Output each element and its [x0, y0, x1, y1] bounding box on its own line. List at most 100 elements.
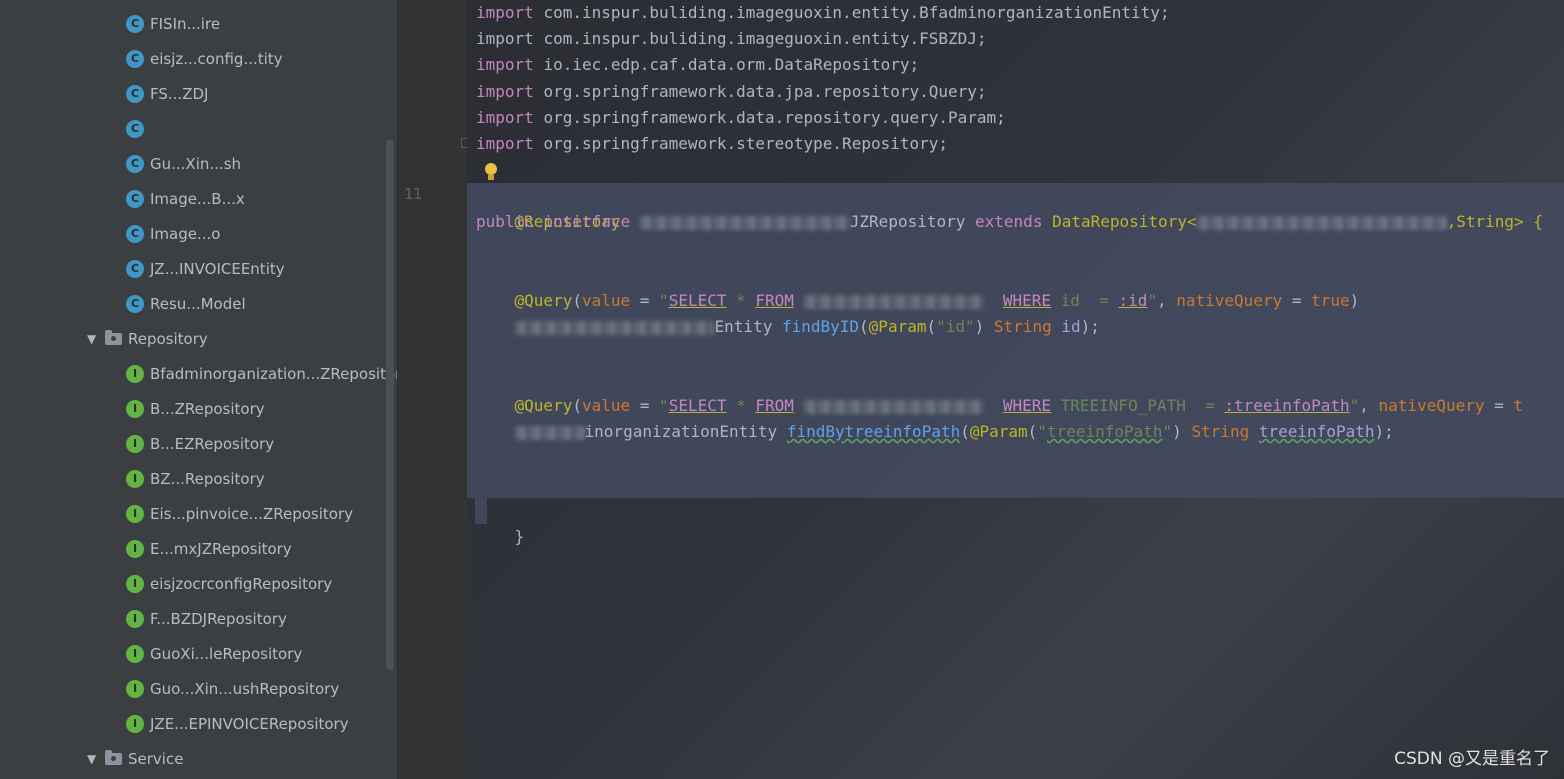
import-package: org.springframework.data.jpa.repository.…	[543, 81, 987, 101]
expand-arrow-icon[interactable]: ▼	[87, 327, 96, 351]
param-value-1: value	[581, 291, 631, 310]
tree-item-label: B...ZRepository	[150, 400, 265, 418]
annotation-param-1: @Param	[868, 317, 927, 336]
code-line-query-1: @Query(value = "SELECT * FROM WHERE id =…	[514, 291, 1360, 310]
tree-item-label: Eis...pinvoice...ZRepository	[150, 505, 353, 523]
param-native-2: nativeQuery	[1378, 396, 1485, 415]
sql-star-1: *	[726, 291, 756, 310]
redacted-entity-type	[1196, 215, 1447, 230]
project-tree[interactable]: C FISIn...ire Ceisjz...config...tity C FS...…	[0, 0, 397, 779]
lightbulb-intention-icon[interactable]	[485, 163, 497, 180]
class-icon: C	[126, 15, 144, 33]
class-icon: C	[126, 120, 144, 138]
tree-scrollbar[interactable]	[386, 140, 394, 670]
interface-icon: I	[126, 505, 144, 523]
expand-arrow-icon[interactable]: ▼	[87, 747, 96, 771]
keyword-import: import	[476, 134, 534, 153]
sql-from-2: FROM	[755, 396, 794, 415]
operator-eq-2: =	[1282, 291, 1312, 310]
package-folder-icon	[105, 750, 122, 765]
interface-icon: I	[126, 575, 144, 593]
import-line: import io.iec.edp.caf.data.orm.DataRepos…	[476, 52, 919, 78]
class-icon: C	[126, 260, 144, 278]
arg-treeinfoPath: treeinfoPath	[1258, 422, 1375, 441]
import-line: import org.springframework.stereotype.Re…	[476, 131, 948, 157]
code-line-method-1: Entity findByID(@Param("id") String id);	[476, 314, 1100, 340]
sql-select-1: SELECT	[668, 291, 727, 310]
redacted-interface-name	[639, 215, 850, 230]
closing-brace: }	[514, 527, 525, 546]
tree-item-label: JZE...EPINVOICERepository	[150, 715, 349, 733]
redacted-table-2	[803, 399, 984, 414]
interface-icon: I	[126, 435, 144, 453]
interface-icon: I	[126, 680, 144, 698]
sql-star-2: *	[726, 396, 756, 415]
param-string-2: treeinfoPath	[1046, 422, 1163, 441]
param-value-2: value	[581, 396, 631, 415]
tree-item-label: F...BZDJRepository	[150, 610, 287, 628]
tree-item-label: FS...ZDJ	[150, 85, 209, 103]
code-line-method-2: inorganizationEntity findBytreeinfoPath(…	[476, 419, 1394, 445]
code-editor[interactable]: import com.inspur.buliding.imageguoxin.e…	[467, 0, 1564, 779]
return-type-suffix-2: inorganizationEntity	[584, 422, 778, 441]
sql-param-2: :treeinfoPath	[1224, 396, 1350, 415]
tree-item-label: Gu...Xin...sh	[150, 155, 242, 173]
tree-item-label: eisjzocrconfigRepository	[150, 575, 333, 593]
tree-item-label: JZ...INVOICEEntity	[150, 260, 285, 278]
import-package: com.inspur.buliding.imageguoxin.entity.F…	[543, 29, 987, 49]
import-line: import com.inspur.buliding.imageguoxin.e…	[476, 26, 987, 52]
tree-item-label: B...EZRepository	[150, 435, 275, 453]
paren-close-1: )	[1349, 291, 1360, 310]
quote-close-1: "	[1147, 291, 1157, 310]
import-package: org.springframework.stereotype.Repositor…	[543, 134, 949, 153]
keyword-import: import	[476, 3, 534, 22]
sql-from-1: FROM	[755, 291, 794, 310]
tree-item-label: Guo...Xin...ushRepository	[150, 680, 340, 698]
code-line-close: }	[476, 498, 525, 546]
line-number: 11	[404, 185, 423, 203]
import-line: import org.springframework.data.jpa.repo…	[476, 79, 987, 105]
tree-item-label: BZ...Repository	[150, 470, 265, 488]
operator-eq-3: =	[630, 396, 660, 415]
method-end-1: );	[1080, 317, 1100, 336]
tree-item-label: GuoXi...leRepository	[150, 645, 303, 663]
interface-icon: I	[126, 645, 144, 663]
tree-folder-label: Service	[128, 750, 184, 768]
class-icon: C	[126, 225, 144, 243]
import-line: import com.inspur.buliding.imageguoxin.e…	[476, 0, 1170, 26]
operator-eq: =	[630, 291, 660, 310]
code-line-annotation: @Repository	[476, 183, 621, 231]
tree-item-label: E...mxJZRepository	[150, 540, 292, 558]
keyword-public: public	[476, 212, 534, 231]
keyword-import: import	[476, 81, 534, 101]
annotation-query-1: @Query	[514, 291, 573, 310]
keyword-extends: extends	[975, 212, 1043, 231]
param-string-2-open: "	[1037, 422, 1047, 441]
interface-icon: I	[126, 610, 144, 628]
keyword-import: import	[476, 55, 534, 75]
tree-item-label: FISIn...ire	[150, 15, 221, 33]
annotation-query-2: @Query	[514, 396, 573, 415]
literal-true-1: true	[1311, 291, 1350, 310]
base-type: DataRepository<	[1052, 212, 1197, 231]
keyword-import: import	[476, 107, 534, 127]
package-folder-icon	[105, 330, 122, 345]
quote-open-2: "	[659, 396, 669, 415]
tree-item-label: eisjz...config...tity	[150, 50, 283, 68]
class-icon: C	[126, 85, 144, 103]
sql-cond-2: TREEINFO_PATH =	[1051, 396, 1225, 415]
method-findBytreeinfoPath: findBytreeinfoPath	[786, 422, 961, 441]
class-icon: C	[126, 155, 144, 173]
sql-where-1: WHERE	[1002, 291, 1051, 310]
redacted-return-type-2	[514, 425, 585, 440]
param-native-1: nativeQuery	[1176, 291, 1283, 310]
class-icon: C	[126, 50, 144, 68]
class-icon: C	[126, 190, 144, 208]
generic-tail: ,String> {	[1446, 212, 1543, 231]
type-string-1: String	[993, 317, 1052, 336]
return-type-suffix-1: Entity	[714, 317, 773, 336]
sql-cond-1: id =	[1051, 291, 1119, 310]
arg-id: id	[1061, 317, 1081, 336]
interface-name-suffix: JZRepository	[849, 212, 966, 231]
interface-icon: I	[126, 540, 144, 558]
